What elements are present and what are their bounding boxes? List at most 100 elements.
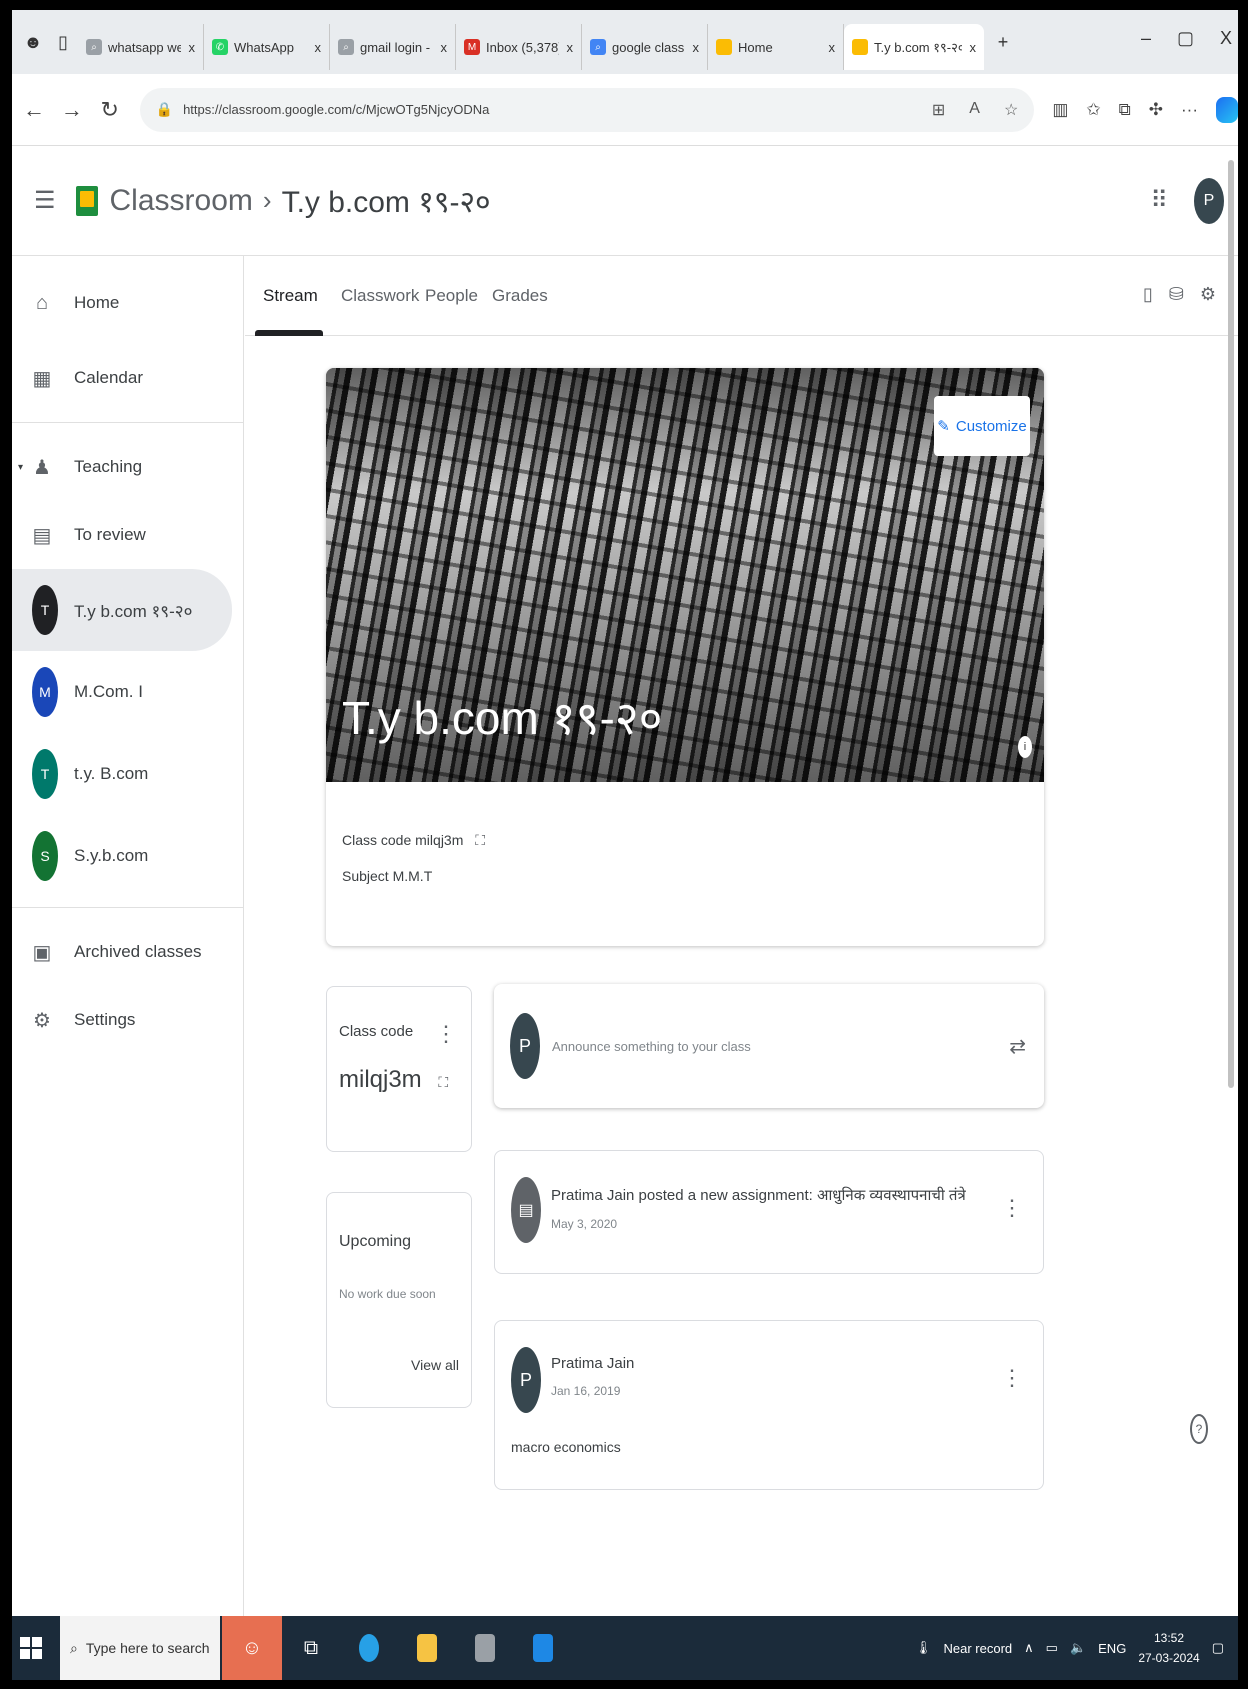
- sidebar-item-class[interactable]: S S.y.b.com: [12, 815, 232, 897]
- sidebar-item-settings[interactable]: ⚙ Settings: [12, 986, 232, 1054]
- browser-tab-whatsapp[interactable]: ✆ WhatsApp x: [204, 24, 330, 70]
- page-scrollbar[interactable]: [1228, 160, 1234, 1088]
- gear-icon[interactable]: ⚙: [1200, 284, 1216, 305]
- browser-tab-classroom-search[interactable]: ⌕ google classroom - Se x: [582, 24, 708, 70]
- reuse-post-icon[interactable]: ⇄: [1009, 1034, 1026, 1059]
- browser-toolbar: ▥ ✩ ⧉ ✣ ···: [1052, 96, 1238, 123]
- chevron-up-icon[interactable]: ∧: [1024, 1640, 1034, 1656]
- announce-placeholder: Announce something to your class: [552, 1038, 751, 1054]
- url-text: https://classroom.google.com/c/MjcwOTg5N…: [183, 102, 490, 117]
- task-view-icon[interactable]: ⧉: [282, 1616, 340, 1680]
- app-title[interactable]: Classroom: [110, 184, 253, 218]
- breadcrumb-class[interactable]: T.y b.com १९-२०: [282, 180, 491, 221]
- close-tab-icon[interactable]: x: [315, 40, 322, 55]
- main-menu-icon[interactable]: ☰: [34, 186, 56, 215]
- more-vert-icon[interactable]: ⋮: [1001, 1365, 1023, 1391]
- close-tab-icon[interactable]: x: [567, 40, 574, 55]
- file-explorer-icon[interactable]: [398, 1616, 456, 1680]
- close-window-icon[interactable]: X: [1220, 28, 1232, 49]
- stream-post-announcement[interactable]: P Pratima Jain Jan 16, 2019 ⋮ macro econ…: [494, 1320, 1044, 1490]
- close-tab-icon[interactable]: x: [693, 40, 700, 55]
- reload-icon[interactable]: ↻: [94, 97, 126, 123]
- close-tab-icon[interactable]: x: [189, 40, 196, 55]
- stream-post-assignment[interactable]: ▤ Pratima Jain posted a new assignment: …: [494, 1150, 1044, 1274]
- more-menu-icon[interactable]: ···: [1181, 100, 1198, 120]
- forward-icon[interactable]: →: [56, 97, 88, 123]
- back-icon[interactable]: ←: [18, 97, 50, 123]
- notification-icon[interactable]: ▢: [1212, 1640, 1224, 1656]
- sidebar-divider: [12, 422, 244, 423]
- browser-tab-strip: ☻ ▯ ⌕ whatsapp web - Searc x ✆ WhatsApp …: [12, 10, 1238, 74]
- weather-status[interactable]: Near record: [944, 1641, 1013, 1656]
- browser-tab-gmail-search[interactable]: ⌕ gmail login - Search x: [330, 24, 456, 70]
- fullscreen-icon[interactable]: ⛶: [438, 1074, 448, 1090]
- sidebar-item-class[interactable]: M M.Com. I: [12, 651, 232, 733]
- more-vert-icon[interactable]: ⋮: [1001, 1195, 1023, 1221]
- tab-actions-icon[interactable]: ▯: [48, 27, 78, 57]
- browser-tab-whatsapp-search[interactable]: ⌕ whatsapp web - Searc x: [78, 24, 204, 70]
- profile-icon[interactable]: ☻: [18, 27, 48, 57]
- widgets-app-icon[interactable]: ☺: [222, 1616, 282, 1680]
- teaching-icon: ♟: [33, 456, 51, 479]
- customize-button[interactable]: ✎ Customize: [934, 396, 1030, 456]
- class-code-value: milqj3m ⛶: [339, 1066, 449, 1093]
- browser-tab-inbox[interactable]: M Inbox (5,378) - pratim x: [456, 24, 582, 70]
- sidebar-item-home[interactable]: ⌂ Home: [12, 262, 232, 344]
- favorite-star-icon[interactable]: ☆: [1004, 100, 1018, 120]
- address-bar-row: ← → ↻ 🔒 https://classroom.google.com/c/M…: [12, 74, 1238, 146]
- class-code-line: Class code milqj3m ⛶: [342, 832, 486, 848]
- tab-stream[interactable]: Stream: [263, 286, 318, 306]
- taskbar-search-input[interactable]: ⌕ Type here to search: [60, 1616, 220, 1680]
- more-vert-icon[interactable]: ⋮: [435, 1021, 457, 1047]
- copilot-icon[interactable]: [1216, 96, 1238, 123]
- class-tools: ▯ ⛁ ⚙: [1143, 284, 1216, 305]
- class-code-card: Class code ⋮ milqj3m ⛶: [326, 986, 472, 1152]
- close-tab-icon[interactable]: x: [441, 40, 448, 55]
- sidebar: ⌂ Home ▦ Calendar ▾ ♟ Teaching ▤ To revi…: [12, 256, 244, 1616]
- url-input[interactable]: 🔒 https://classroom.google.com/c/MjcwOTg…: [139, 87, 1035, 132]
- favorites-icon[interactable]: ✩: [1086, 100, 1100, 120]
- info-icon[interactable]: i: [1018, 736, 1032, 758]
- fullscreen-icon[interactable]: ⛶: [475, 832, 485, 848]
- drive-folder-icon[interactable]: ⛁: [1169, 284, 1184, 305]
- tab-grades[interactable]: Grades: [492, 286, 548, 306]
- search-icon: ⌕: [590, 39, 606, 55]
- windows-start-icon[interactable]: [20, 1637, 42, 1659]
- whatsapp-icon: ✆: [212, 39, 228, 55]
- help-icon[interactable]: ?: [1190, 1414, 1208, 1444]
- browser-tab-active-class[interactable]: T.y b.com १९-२० x: [844, 24, 984, 70]
- close-tab-icon[interactable]: x: [970, 40, 977, 55]
- store-app-icon[interactable]: [514, 1616, 572, 1680]
- extensions-icon[interactable]: ✣: [1149, 100, 1163, 120]
- edge-browser-icon[interactable]: [340, 1616, 398, 1680]
- account-avatar[interactable]: P: [1194, 177, 1224, 224]
- sidebar-item-teaching[interactable]: ▾ ♟ Teaching: [12, 433, 232, 501]
- sidebar-item-class[interactable]: T T.y b.com १९-२०: [12, 569, 232, 651]
- google-apps-icon[interactable]: ⠿: [1150, 186, 1168, 215]
- sidebar-item-to-review[interactable]: ▤ To review: [12, 501, 232, 569]
- language-indicator[interactable]: ENG: [1098, 1641, 1126, 1656]
- split-screen-icon[interactable]: ▥: [1052, 100, 1068, 120]
- caret-down-icon[interactable]: ▾: [18, 462, 23, 473]
- browser-tab-home[interactable]: Home x: [708, 24, 844, 70]
- minimize-icon[interactable]: –: [1141, 28, 1151, 49]
- speaker-icon[interactable]: 🔈: [1070, 1640, 1086, 1656]
- calendar-icon[interactable]: ▯: [1143, 284, 1153, 305]
- classroom-logo-icon[interactable]: [75, 185, 98, 216]
- sidebar-item-class[interactable]: T t.y. B.com: [12, 733, 232, 815]
- collections-icon[interactable]: ⧉: [1119, 100, 1131, 120]
- tab-people[interactable]: People: [425, 286, 478, 306]
- calculator-icon[interactable]: [456, 1616, 514, 1680]
- view-all-link[interactable]: View all: [411, 1357, 459, 1373]
- restore-icon[interactable]: ▢: [1177, 28, 1194, 49]
- clock[interactable]: 13:52 27-03-2024: [1138, 1628, 1199, 1668]
- new-tab-icon[interactable]: +: [988, 27, 1018, 57]
- network-icon[interactable]: ▭: [1046, 1640, 1058, 1656]
- announce-box[interactable]: P Announce something to your class ⇄: [494, 984, 1044, 1108]
- sidebar-item-archived[interactable]: ▣ Archived classes: [12, 918, 232, 986]
- close-tab-icon[interactable]: x: [829, 40, 836, 55]
- sidebar-item-calendar[interactable]: ▦ Calendar: [12, 344, 232, 412]
- read-aloud-icon[interactable]: A: [969, 100, 980, 120]
- tab-classwork[interactable]: Classwork: [341, 286, 419, 306]
- app-available-icon[interactable]: ⊞: [932, 100, 945, 120]
